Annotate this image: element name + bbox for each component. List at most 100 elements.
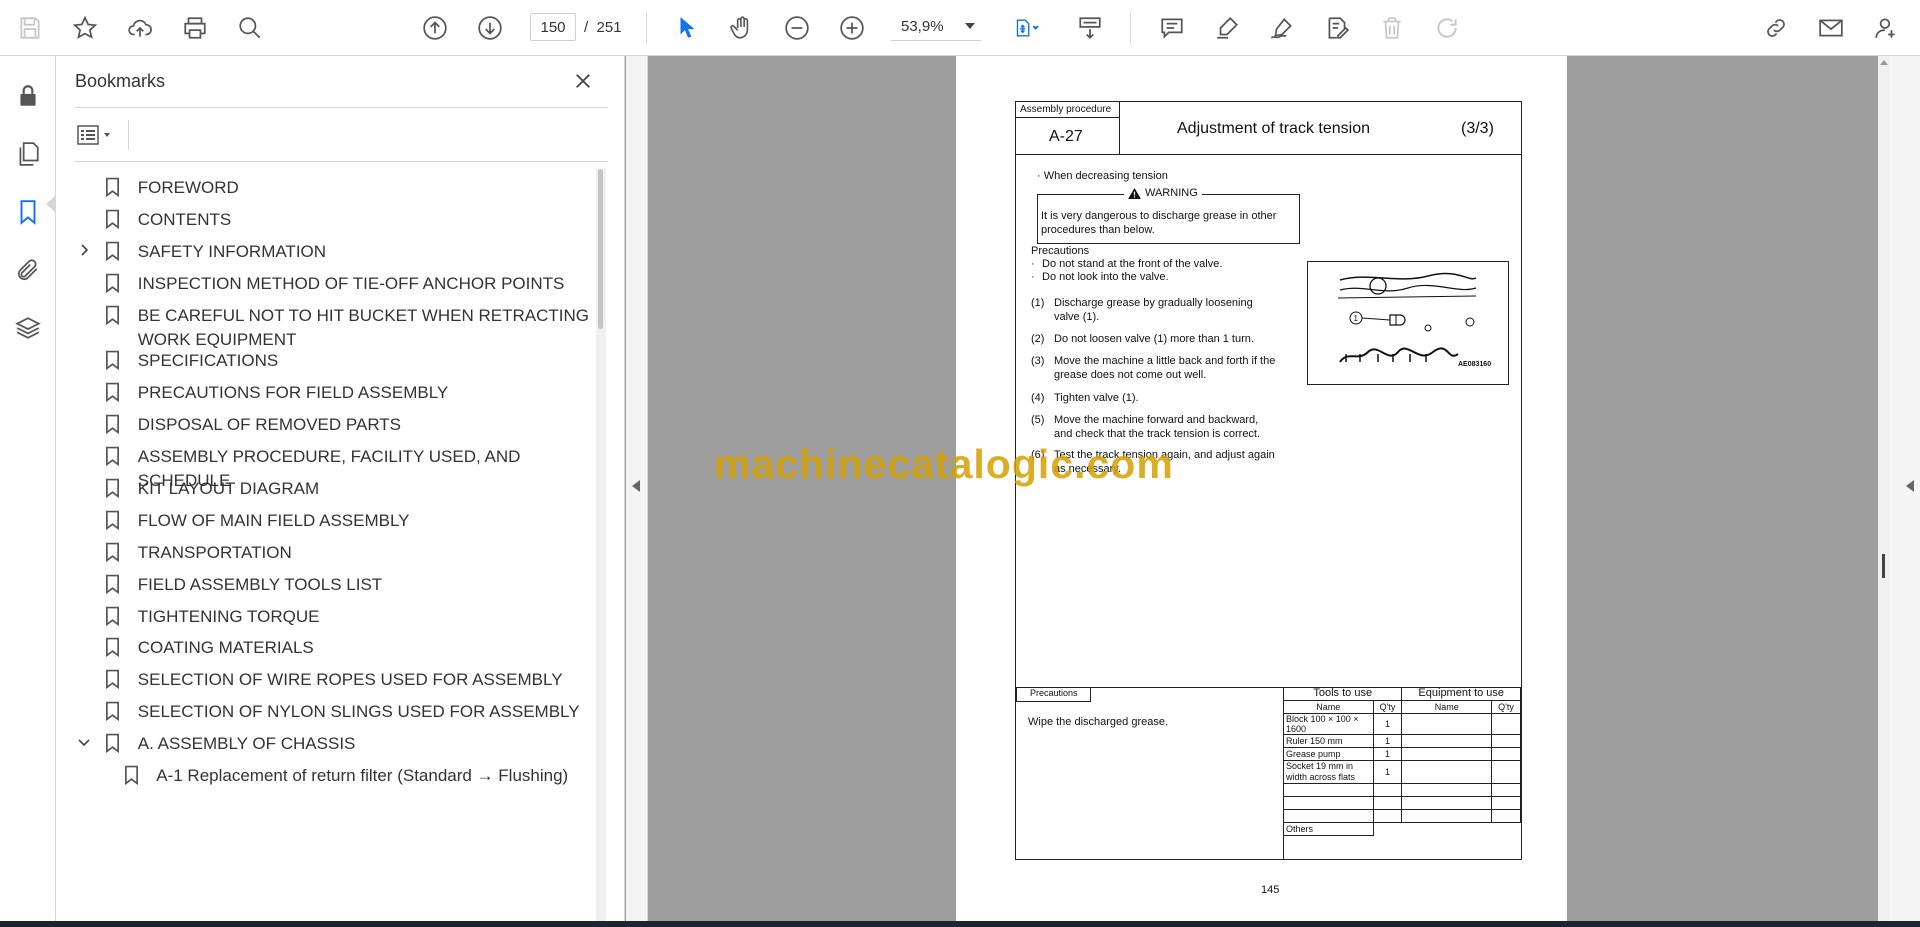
collapse-left-panel-button[interactable] (626, 56, 648, 927)
find-icon[interactable] (232, 10, 268, 46)
print-icon[interactable] (177, 10, 213, 46)
bookmark-icon (103, 636, 123, 658)
hand-tool-icon[interactable] (724, 10, 760, 46)
bookmark-item[interactable]: A. ASSEMBLY OF CHASSIS (75, 732, 595, 756)
account-icon[interactable] (1868, 10, 1904, 46)
scrollbar-thumb[interactable] (598, 169, 603, 329)
bookmark-item[interactable]: PRECAUTIONS FOR FIELD ASSEMBLY (75, 381, 595, 405)
table-cell (1372, 808, 1403, 823)
callout-number: 1 (1354, 314, 1359, 323)
toolbar-divider (1130, 12, 1131, 44)
bookmark-label: FOREWORD (137, 178, 239, 197)
bookmark-item[interactable]: DISPOSAL OF REMOVED PARTS (75, 413, 595, 437)
fit-page-icon[interactable] (1004, 10, 1050, 46)
col-name: Name (1401, 699, 1493, 714)
procedure-code: A-27 (1049, 128, 1083, 145)
step-number: (5) (1031, 414, 1045, 426)
bookmark-item[interactable]: SPECIFICATIONS (75, 349, 595, 373)
table-cell (1283, 795, 1374, 810)
close-icon[interactable] (570, 68, 596, 94)
redo-icon[interactable] (1429, 10, 1465, 46)
lock-icon[interactable] (10, 78, 46, 114)
draw-icon[interactable] (1264, 10, 1300, 46)
bookmark-item[interactable]: CONTENTS (75, 208, 595, 232)
bookmark-icon (103, 413, 123, 435)
bookmark-item[interactable]: SELECTION OF NYLON SLINGS USED FOR ASSEM… (75, 700, 595, 724)
bookmark-item[interactable]: FLOW OF MAIN FIELD ASSEMBLY (75, 509, 595, 533)
bookmark-item[interactable]: TRANSPORTATION (75, 541, 595, 565)
tool-name: Ruler 150 mm (1283, 733, 1374, 748)
bookmark-label: DISPOSAL OF REMOVED PARTS (137, 415, 402, 434)
page-thumbnails-icon[interactable] (10, 136, 46, 172)
table-cell (1401, 712, 1493, 735)
document-page-number: 145 (1261, 884, 1280, 896)
next-page-icon[interactable] (472, 10, 508, 46)
precaution-bullet: · (1031, 258, 1035, 270)
watermark: machinecatalogic.com (714, 441, 1174, 487)
bookmark-item[interactable]: BE CAREFUL NOT TO HIT BUCKET WHEN RETRAC… (75, 304, 595, 352)
save-icon[interactable] (12, 10, 48, 46)
page-number-input[interactable] (530, 13, 576, 41)
header-rule (1119, 102, 1120, 154)
bookmark-item[interactable]: SELECTION OF WIRE ROPES USED FOR ASSEMBL… (75, 668, 595, 692)
bookmark-item[interactable]: A-1 Replacement of return filter (Standa… (75, 764, 595, 788)
bookmark-icon (103, 445, 123, 467)
zoom-dropdown[interactable]: 53,9% (891, 13, 981, 41)
col-qty: Q'ty (1491, 699, 1521, 714)
delete-icon[interactable] (1374, 10, 1410, 46)
bookmark-icon (103, 272, 123, 294)
bookmarks-panel: Bookmarks FOREWORD CONTENTS SAFETY INFORMA… (56, 56, 625, 927)
bookmark-item[interactable]: SAFETY INFORMATION (75, 240, 595, 264)
previous-page-icon[interactable] (417, 10, 453, 46)
email-icon[interactable] (1813, 10, 1849, 46)
bookmark-label: COATING MATERIALS (137, 638, 314, 657)
bookmark-item[interactable]: FOREWORD (75, 176, 595, 200)
figure-code: AE083160 (1458, 361, 1492, 368)
table-row: Others (1283, 821, 1521, 836)
document-scrollbar[interactable] (1878, 56, 1890, 927)
layers-icon[interactable] (10, 310, 46, 346)
tool-name: Grease pump (1283, 746, 1374, 761)
scrolling-mode-icon[interactable] (1072, 10, 1108, 46)
bookmark-scrollbar[interactable] (596, 169, 606, 927)
scrollbar-thumb[interactable] (1882, 554, 1885, 578)
bookmarks-icon[interactable] (10, 194, 46, 230)
edit-text-icon[interactable] (1319, 10, 1355, 46)
star-icon[interactable] (67, 10, 103, 46)
table-row: Block 100 × 100 × 1600 1 (1283, 712, 1521, 735)
panel-divider (75, 107, 608, 108)
share-link-icon[interactable] (1758, 10, 1794, 46)
zoom-in-icon[interactable] (834, 10, 870, 46)
bookmark-label: SELECTION OF NYLON SLINGS USED FOR ASSEM… (137, 702, 580, 721)
warning-box: WARNING It is very dangerous to discharg… (1037, 187, 1300, 244)
chevron-down-icon[interactable] (75, 732, 93, 752)
highlight-icon[interactable] (1209, 10, 1245, 46)
bookmark-item[interactable]: FIELD ASSEMBLY TOOLS LIST (75, 573, 595, 597)
bookmark-item[interactable]: TIGHTENING TORQUE (75, 605, 595, 629)
precaution-bullet: · (1031, 271, 1035, 283)
bookmark-item[interactable]: COATING MATERIALS (75, 636, 595, 660)
precaution-text: Do not look into the valve. (1042, 271, 1169, 283)
tools-table: Tools to use Equipment to use Name Q'ty … (1282, 687, 1521, 836)
scroll-up-arrow-icon[interactable] (1880, 60, 1888, 65)
zoom-out-icon[interactable] (779, 10, 815, 46)
warning-text: It is very dangerous to discharge grease… (1041, 210, 1277, 236)
panel-divider (75, 161, 608, 162)
comment-icon[interactable] (1154, 10, 1190, 46)
bookmark-item[interactable]: KIT LAYOUT DIAGRAM (75, 477, 595, 501)
bookmark-options-button[interactable] (75, 120, 121, 150)
chevron-right-icon[interactable] (75, 240, 93, 260)
upload-cloud-icon[interactable] (122, 10, 158, 46)
warning-title: WARNING (1124, 187, 1202, 199)
table-cell (1283, 808, 1374, 823)
select-cursor-icon[interactable] (669, 10, 705, 46)
bottom-precautions-text: Wipe the discharged grease. (1028, 716, 1169, 728)
attachment-icon[interactable] (10, 252, 46, 288)
bookmark-item[interactable]: INSPECTION METHOD OF TIE-OFF ANCHOR POIN… (75, 272, 595, 296)
